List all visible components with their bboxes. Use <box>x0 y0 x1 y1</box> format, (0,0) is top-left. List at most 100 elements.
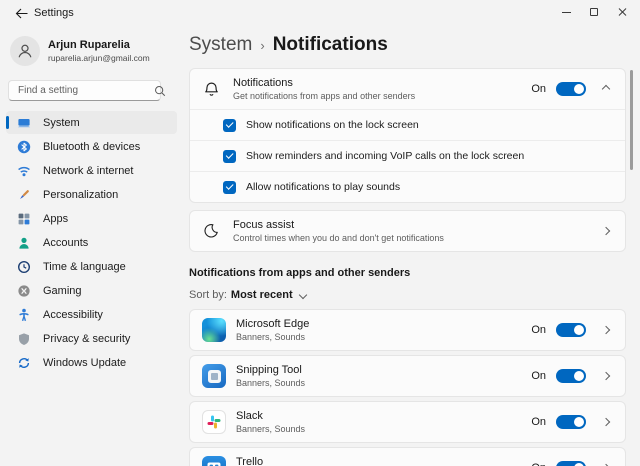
sidebar-item-personalization[interactable]: Personalization <box>6 183 177 206</box>
notifications-text: Notifications Get notifications from app… <box>233 77 531 101</box>
option-row-reminders-voip[interactable]: Show reminders and incoming VoIP calls o… <box>190 140 625 171</box>
snipping-tool-toggle[interactable] <box>556 369 586 383</box>
focus-assist-title: Focus assist <box>233 219 295 231</box>
focus-assist-subtitle: Control times when you do and don't get … <box>233 233 444 243</box>
app-title: Settings <box>34 7 74 19</box>
titlebar: Settings <box>0 0 640 30</box>
edge-toggle[interactable] <box>556 323 586 337</box>
close-icon <box>617 7 627 17</box>
notifications-toggle[interactable] <box>556 82 586 96</box>
avatar <box>10 36 40 66</box>
user-name: Arjun Ruparelia <box>48 39 130 51</box>
slack-icon <box>202 410 226 434</box>
search-icon[interactable] <box>154 85 166 97</box>
maximize-icon <box>590 8 598 16</box>
app-toggle-state: On <box>531 324 546 336</box>
notifications-toggle-state: On <box>531 83 546 95</box>
checkmark-icon <box>225 182 234 190</box>
navigate-button[interactable] <box>599 226 613 236</box>
sidebar-item-bluetooth-devices[interactable]: Bluetooth & devices <box>6 135 177 158</box>
app-text: Slack Banners, Sounds <box>236 410 531 434</box>
focus-assist-card[interactable]: Focus assist Control times when you do a… <box>189 210 626 252</box>
navigate-button[interactable] <box>599 417 613 427</box>
time-language-icon <box>17 260 31 274</box>
slack-toggle[interactable] <box>556 415 586 429</box>
apps-icon <box>17 212 31 226</box>
main-content: System › Notifications Notifications Get… <box>183 30 640 466</box>
checkmark-icon <box>225 151 234 159</box>
sidebar-item-privacy-security[interactable]: Privacy & security <box>6 327 177 350</box>
app-name: Microsoft Edge <box>236 318 310 330</box>
app-row-snipping-tool[interactable]: Snipping Tool Banners, Sounds On <box>189 355 626 397</box>
sort-by-dropdown[interactable]: Sort by: Most recent <box>189 289 626 301</box>
app-toggle-state: On <box>531 462 546 466</box>
navigate-button[interactable] <box>599 325 613 335</box>
user-text: Arjun Ruparelia ruparelia.arjun@gmail.co… <box>48 39 150 63</box>
back-button[interactable] <box>10 5 32 25</box>
sidebar-item-label: Time & language <box>43 260 126 273</box>
snipping-tool-icon <box>202 364 226 388</box>
chevron-down-icon <box>298 290 307 300</box>
notifications-card: Notifications Get notifications from app… <box>189 68 626 203</box>
option-row-play-sounds[interactable]: Allow notifications to play sounds <box>190 171 625 202</box>
sort-by-label: Sort by: <box>189 289 227 301</box>
sidebar-item-system[interactable]: System <box>6 111 177 134</box>
sidebar-item-label: Bluetooth & devices <box>43 140 141 153</box>
focus-assist-text: Focus assist Control times when you do a… <box>233 219 586 243</box>
sidebar-item-accessibility[interactable]: Accessibility <box>6 303 177 326</box>
close-button[interactable] <box>608 0 636 24</box>
option-label: Show notifications on the lock screen <box>246 119 419 131</box>
app-subtitle: Banners, Sounds <box>236 332 306 342</box>
minimize-button[interactable] <box>552 0 580 24</box>
sidebar-item-network-internet[interactable]: Network & internet <box>6 159 177 182</box>
sidebar-item-label: Windows Update <box>43 356 127 369</box>
chevron-right-icon <box>601 325 611 335</box>
notifications-header-row[interactable]: Notifications Get notifications from app… <box>190 69 625 109</box>
sidebar-item-label: Gaming <box>43 284 82 297</box>
sidebar-item-windows-update[interactable]: Windows Update <box>6 351 177 374</box>
trello-toggle[interactable] <box>556 461 586 466</box>
maximize-button[interactable] <box>580 0 608 24</box>
checkbox-lock-screen-notifications[interactable] <box>223 118 236 132</box>
sidebar-item-label: Accounts <box>43 236 89 249</box>
app-subtitle: Banners, Sounds <box>236 378 306 388</box>
chevron-right-icon <box>601 226 611 236</box>
app-text: Snipping Tool Banners, Sounds <box>236 364 531 388</box>
checkbox-reminders-voip[interactable] <box>223 149 236 163</box>
chevron-up-icon <box>601 84 611 94</box>
option-label: Allow notifications to play sounds <box>246 181 401 193</box>
breadcrumb-parent[interactable]: System <box>189 34 252 56</box>
app-name: Snipping Tool <box>236 364 302 376</box>
app-row-microsoft-edge[interactable]: Microsoft Edge Banners, Sounds On <box>189 309 626 351</box>
selected-accent-pill <box>6 116 9 129</box>
checkbox-play-sounds[interactable] <box>223 180 236 194</box>
bell-icon <box>202 81 220 98</box>
sidebar-item-label: Network & internet <box>43 164 134 177</box>
app-toggle-state: On <box>531 370 546 382</box>
sidebar-item-gaming[interactable]: Gaming <box>6 279 177 302</box>
person-icon <box>18 44 32 58</box>
user-email: ruparelia.arjun@gmail.com <box>48 53 150 63</box>
user-account-block: Arjun Ruparelia ruparelia.arjun@gmail.co… <box>10 36 150 66</box>
app-row-slack[interactable]: Slack Banners, Sounds On <box>189 401 626 443</box>
apps-list: Microsoft Edge Banners, Sounds On Snippi… <box>189 309 626 466</box>
toggle-knob <box>574 325 584 335</box>
option-row-lock-screen-notifications[interactable]: Show notifications on the lock screen <box>190 109 625 140</box>
system-icon <box>17 116 31 130</box>
scrollbar[interactable] <box>630 70 633 170</box>
collapse-button[interactable] <box>599 84 613 94</box>
sidebar-item-accounts[interactable]: Accounts <box>6 231 177 254</box>
search-input[interactable] <box>9 85 154 96</box>
sidebar: Arjun Ruparelia ruparelia.arjun@gmail.co… <box>0 30 183 466</box>
minimize-icon <box>561 11 571 13</box>
breadcrumb: System › Notifications <box>189 34 626 60</box>
app-row-trello[interactable]: Trello Banners, Sounds On <box>189 447 626 466</box>
sidebar-item-apps[interactable]: Apps <box>6 207 177 230</box>
breadcrumb-separator-icon: › <box>260 38 265 53</box>
navigate-button[interactable] <box>599 371 613 381</box>
sidebar-item-time-language[interactable]: Time & language <box>6 255 177 278</box>
app-name: Slack <box>236 410 263 422</box>
app-name: Trello <box>236 456 264 466</box>
sidebar-nav: System Bluetooth & devices Network & int… <box>0 110 183 375</box>
privacy-icon <box>17 332 31 346</box>
